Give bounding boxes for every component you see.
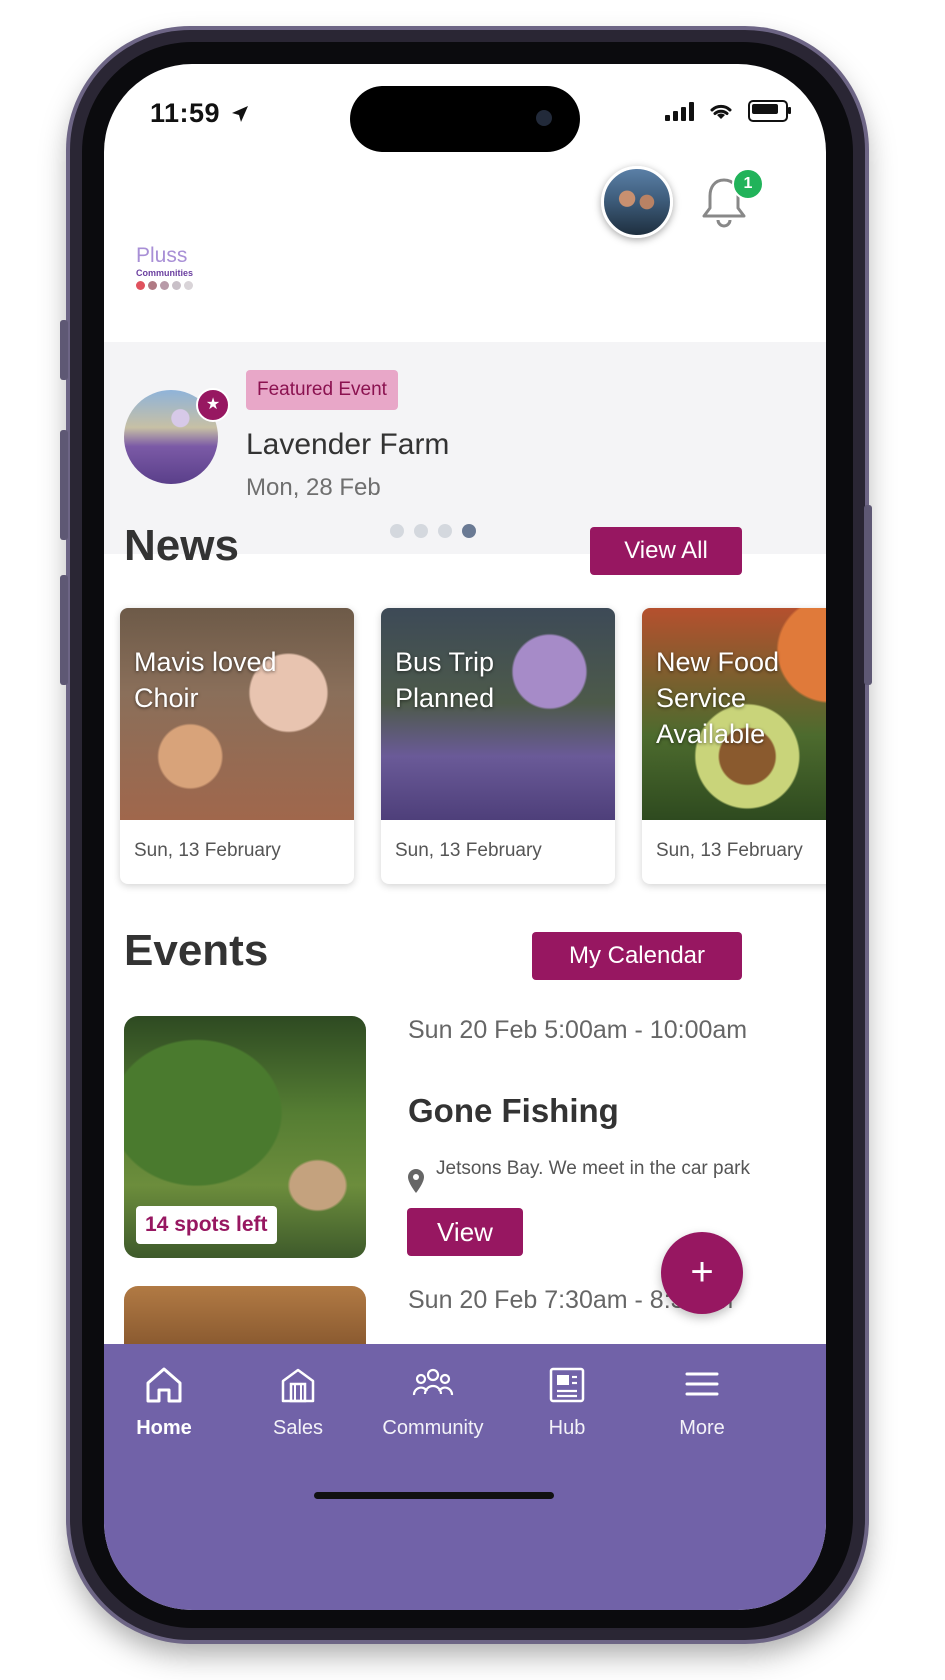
event-view-button[interactable]: View [407, 1208, 523, 1256]
dynamic-island [350, 86, 580, 152]
tab-more[interactable]: More [642, 1364, 762, 1440]
news-date: Sun, 13 February [656, 840, 803, 861]
notification-badge: 1 [732, 168, 764, 200]
location-arrow-icon [232, 106, 249, 122]
event-time: Sun 20 Feb 5:00am - 10:00am [408, 1016, 748, 1044]
tab-label: Sales [272, 1417, 324, 1439]
menu-icon [685, 1372, 719, 1396]
home-icon [146, 1367, 182, 1403]
news-section-title: News [124, 521, 239, 570]
status-time: 11:59 [150, 98, 250, 129]
tab-community[interactable]: Community [373, 1364, 493, 1440]
news-date: Sun, 13 February [395, 840, 542, 861]
carousel-dots[interactable] [390, 524, 476, 538]
app-screen: 11:59 Pluss Communities 1 ★ Featured Eve… [104, 64, 826, 1610]
view-all-button[interactable]: View All [590, 527, 742, 575]
tab-label: More [679, 1417, 725, 1439]
carousel-dot-active[interactable] [462, 524, 476, 538]
status-icons [665, 100, 791, 122]
carousel-dot[interactable] [414, 524, 428, 538]
tab-hub[interactable]: Hub [507, 1364, 627, 1440]
user-avatar[interactable] [601, 166, 673, 238]
star-icon: ★ [196, 388, 230, 422]
event-location: Jetsons Bay. We meet in the car park [436, 1158, 750, 1179]
wifi-icon [710, 104, 732, 119]
add-fab-button[interactable]: + [661, 1232, 743, 1314]
store-icon [281, 1368, 315, 1403]
app-logo: Pluss Communities [136, 245, 193, 290]
news-title: New Food Service Available [656, 647, 780, 749]
people-icon [412, 1368, 454, 1396]
featured-event-tag: Featured Event [246, 370, 398, 410]
location-pin-icon [408, 1169, 424, 1193]
tab-label: Community [382, 1417, 484, 1439]
event-title[interactable]: Gone Fishing [408, 1092, 619, 1130]
volume-down-button [60, 575, 68, 685]
action-button [60, 320, 68, 380]
news-date: Sun, 13 February [134, 840, 281, 861]
battery-icon [748, 100, 791, 122]
home-indicator[interactable] [314, 1492, 554, 1499]
tab-sales[interactable]: Sales [238, 1364, 358, 1440]
events-section-title: Events [124, 926, 269, 975]
event-image[interactable]: 14 spots left [124, 1016, 366, 1258]
tab-label: Home [136, 1417, 192, 1439]
status-bar: 11:59 [104, 64, 826, 154]
news-card[interactable]: New Food Service Available Sun, 13 Febru… [642, 608, 826, 884]
tab-label: Hub [548, 1417, 586, 1439]
power-button [864, 505, 872, 685]
logo-dots [136, 281, 193, 290]
newspaper-icon [549, 1367, 585, 1403]
news-title: Mavis loved Choir [134, 647, 277, 713]
news-title: Bus Trip Planned [395, 647, 495, 713]
carousel-dot[interactable] [390, 524, 404, 538]
tab-bar: Home Sales Community Hub More [104, 1344, 826, 1610]
volume-up-button [60, 430, 68, 540]
carousel-dot[interactable] [438, 524, 452, 538]
my-calendar-button[interactable]: My Calendar [532, 932, 742, 980]
news-card[interactable]: Bus Trip Planned Sun, 13 February [381, 608, 615, 884]
tab-home[interactable]: Home [104, 1364, 224, 1440]
news-card[interactable]: Mavis loved Choir Sun, 13 February [120, 608, 354, 884]
spots-left-badge: 14 spots left [136, 1206, 277, 1244]
signal-icon [665, 101, 694, 121]
featured-event-date: Mon, 28 Feb [246, 474, 381, 501]
featured-event-title: Lavender Farm [246, 428, 450, 461]
camera-icon [536, 110, 552, 126]
